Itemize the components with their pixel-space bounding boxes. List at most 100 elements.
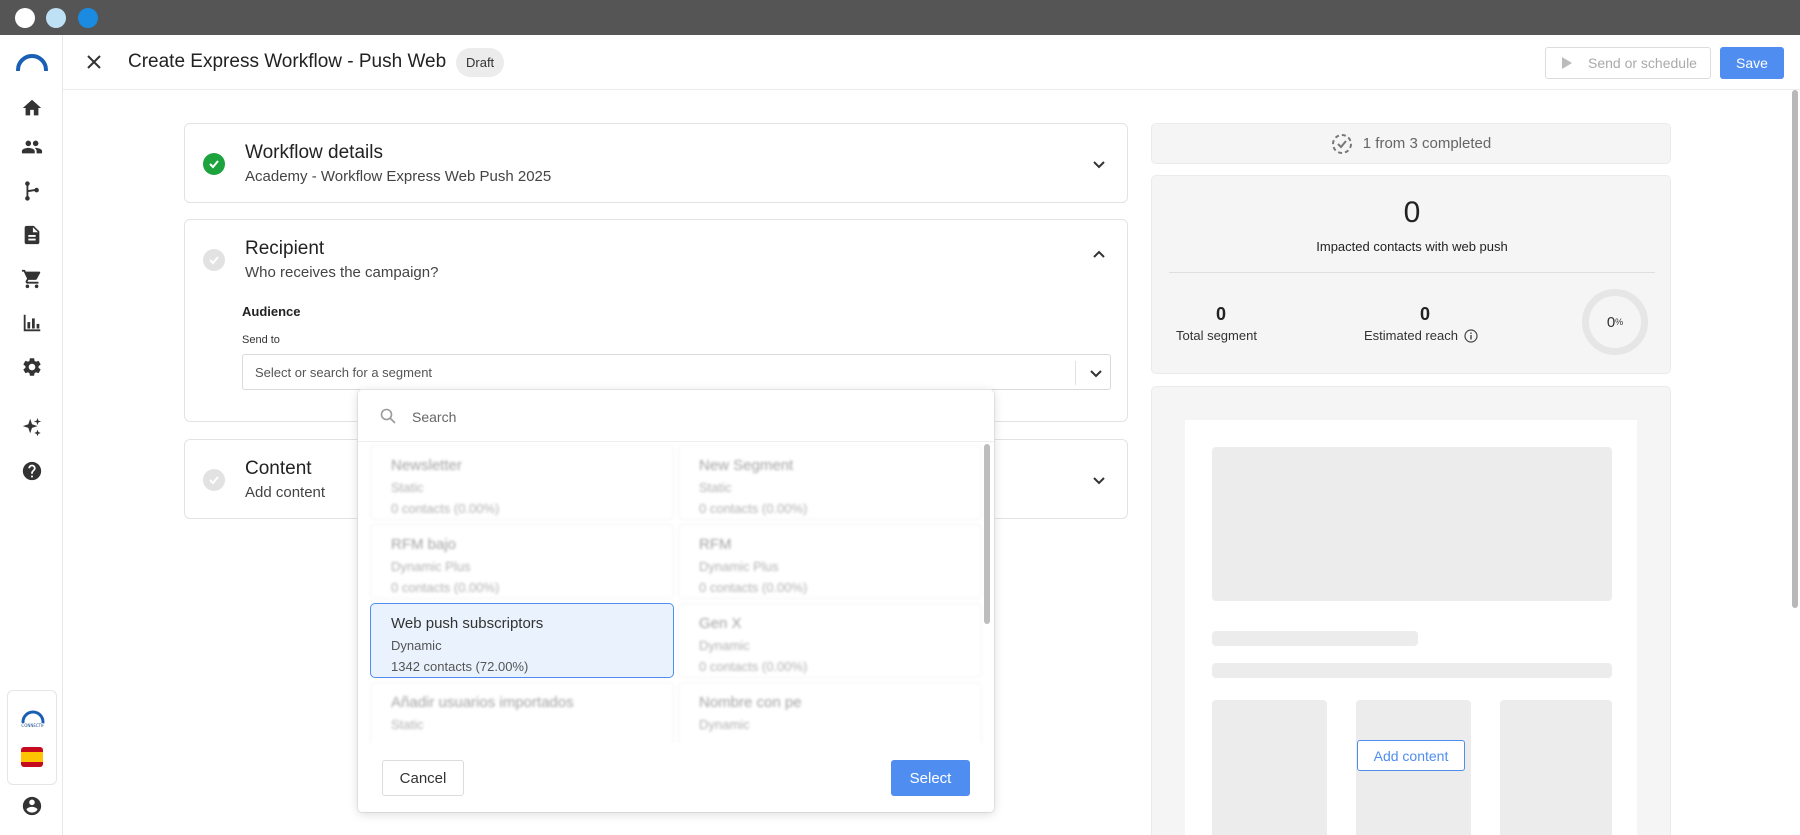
close-button[interactable] <box>83 51 105 73</box>
chevron-down-icon[interactable] <box>1091 472 1107 488</box>
progress-text: 1 from 3 completed <box>1362 135 1492 152</box>
document-icon[interactable] <box>19 222 45 248</box>
sidebar: CONNECTIF <box>0 35 63 835</box>
segment-search-input[interactable] <box>412 404 952 430</box>
app-logo-icon[interactable] <box>16 53 48 71</box>
impacted-contacts-count: 0 <box>1403 196 1421 229</box>
chevron-down-icon[interactable] <box>1091 156 1107 172</box>
info-icon[interactable] <box>1464 328 1478 343</box>
user-avatar-icon[interactable] <box>19 793 45 819</box>
segment-name: RFM <box>699 536 732 553</box>
workflow-details-section[interactable]: Workflow details Academy - Workflow Expr… <box>184 123 1128 203</box>
play-icon <box>1562 57 1572 69</box>
preview-canvas <box>1185 420 1637 835</box>
cancel-button[interactable]: Cancel <box>382 760 464 796</box>
close-icon <box>87 55 101 69</box>
section-subtitle: Add content <box>245 484 326 501</box>
segment-contacts: 1342 contacts (72.00%) <box>391 659 529 674</box>
status-badge: Draft <box>456 48 505 77</box>
estimated-reach-label: Estimated reach <box>1364 328 1458 343</box>
add-content-button[interactable]: Add content <box>1357 740 1465 771</box>
page-scrollbar[interactable] <box>1790 90 1800 835</box>
completion-progress: 1 from 3 completed <box>1151 123 1671 164</box>
chevron-up-icon[interactable] <box>1091 247 1107 263</box>
segment-name: Web push subscriptors <box>391 615 544 632</box>
chevron-down-icon[interactable] <box>1088 365 1104 381</box>
language-flag-icon[interactable] <box>21 747 43 767</box>
segment-type: Dynamic Plus <box>699 559 779 574</box>
segment-type: Static <box>699 480 732 495</box>
brand-name: CONNECTIF <box>21 723 45 728</box>
segment-name: Gen X <box>699 615 742 632</box>
segment-option[interactable]: Añadir usuarios importados Static <box>370 682 674 743</box>
segment-dropdown: Newsletter Static 0 contacts (0.00%) New… <box>358 390 994 812</box>
segment-name: Newsletter <box>391 457 462 474</box>
section-title: Recipient <box>245 238 325 259</box>
cart-icon[interactable] <box>19 266 45 292</box>
window-minimize-dot[interactable] <box>46 8 66 28</box>
segment-name: New Segment <box>699 457 794 474</box>
impacted-contacts-label: Impacted contacts with web push <box>1316 239 1508 254</box>
preview-block-placeholder <box>1500 700 1612 835</box>
segment-select[interactable]: Select or search for a segment <box>242 354 1111 390</box>
account-switcher: CONNECTIF <box>7 690 57 785</box>
completed-check-icon <box>203 153 225 175</box>
save-button[interactable]: Save <box>1720 47 1784 79</box>
send-or-schedule-button[interactable]: Send or schedule <box>1545 47 1711 79</box>
window-close-dot[interactable] <box>15 8 35 28</box>
select-button[interactable]: Select <box>891 760 970 796</box>
preview-text-placeholder <box>1212 663 1612 678</box>
estimated-reach-label-row: Estimated reach <box>1364 328 1478 343</box>
segment-option-selected[interactable]: Web push subscriptors Dynamic 1342 conta… <box>370 603 674 678</box>
reach-percent-unit: % <box>1615 317 1624 327</box>
preview-block-placeholder <box>1212 700 1327 835</box>
send-label: Send or schedule <box>1588 55 1697 71</box>
segment-option[interactable]: Gen X Dynamic 0 contacts (0.00%) <box>678 603 982 678</box>
section-subtitle: Who receives the campaign? <box>245 264 439 281</box>
segment-list-scrollbar[interactable] <box>984 442 990 742</box>
segment-option[interactable]: RFM bajo Dynamic Plus 0 contacts (0.00%) <box>370 524 674 599</box>
workflow-icon[interactable] <box>19 178 45 204</box>
segment-type: Dynamic Plus <box>391 559 471 574</box>
pending-check-icon <box>203 249 225 271</box>
reach-percent: 0 <box>1606 313 1616 331</box>
segment-search-bar <box>358 390 994 442</box>
help-icon[interactable] <box>19 458 45 484</box>
segment-type: Dynamic <box>699 638 750 653</box>
brand-logo-icon[interactable]: CONNECTIF <box>18 709 48 729</box>
total-segment-count: 0 <box>1216 304 1227 324</box>
segment-option[interactable]: Nombre con pe Dynamic <box>678 682 982 743</box>
progress-circle-icon <box>1331 133 1352 154</box>
segment-name: Añadir usuarios importados <box>391 694 574 711</box>
search-icon <box>380 408 396 424</box>
segment-type: Static <box>391 480 424 495</box>
gear-icon[interactable] <box>19 354 45 380</box>
segment-select-placeholder: Select or search for a segment <box>255 365 433 380</box>
segment-list: Newsletter Static 0 contacts (0.00%) New… <box>358 443 994 743</box>
analytics-icon[interactable] <box>19 310 45 336</box>
page-header: Create Express Workflow - Push Web Draft… <box>63 35 1800 90</box>
segment-name: RFM bajo <box>391 536 457 553</box>
contacts-icon[interactable] <box>19 134 45 160</box>
segment-contacts: 0 contacts (0.00%) <box>391 501 500 516</box>
estimated-reach-count: 0 <box>1420 304 1431 324</box>
segment-contacts: 0 contacts (0.00%) <box>391 580 500 595</box>
segment-option[interactable]: New Segment Static 0 contacts (0.00%) <box>678 445 982 520</box>
reach-stats-panel: 0 Impacted contacts with web push 0 Tota… <box>1151 175 1671 374</box>
segment-option[interactable]: RFM Dynamic Plus 0 contacts (0.00%) <box>678 524 982 599</box>
preview-image-placeholder <box>1212 447 1612 601</box>
segment-type: Static <box>391 717 424 732</box>
page-title: Create Express Workflow - Push Web <box>128 51 447 72</box>
segment-type: Dynamic <box>699 717 750 732</box>
segment-option[interactable]: Newsletter Static 0 contacts (0.00%) <box>370 445 674 520</box>
section-subtitle: Academy - Workflow Express Web Push 2025 <box>245 168 552 185</box>
preview-text-placeholder <box>1212 631 1418 646</box>
section-title: Workflow details <box>245 142 383 163</box>
window-maximize-dot[interactable] <box>78 8 98 28</box>
sparkles-icon[interactable] <box>19 414 45 440</box>
audience-label: Audience <box>242 304 301 319</box>
segment-contacts: 0 contacts (0.00%) <box>699 580 808 595</box>
window-titlebar <box>0 0 1800 35</box>
reach-gauge: 0% <box>1582 289 1648 355</box>
home-icon[interactable] <box>19 95 45 121</box>
